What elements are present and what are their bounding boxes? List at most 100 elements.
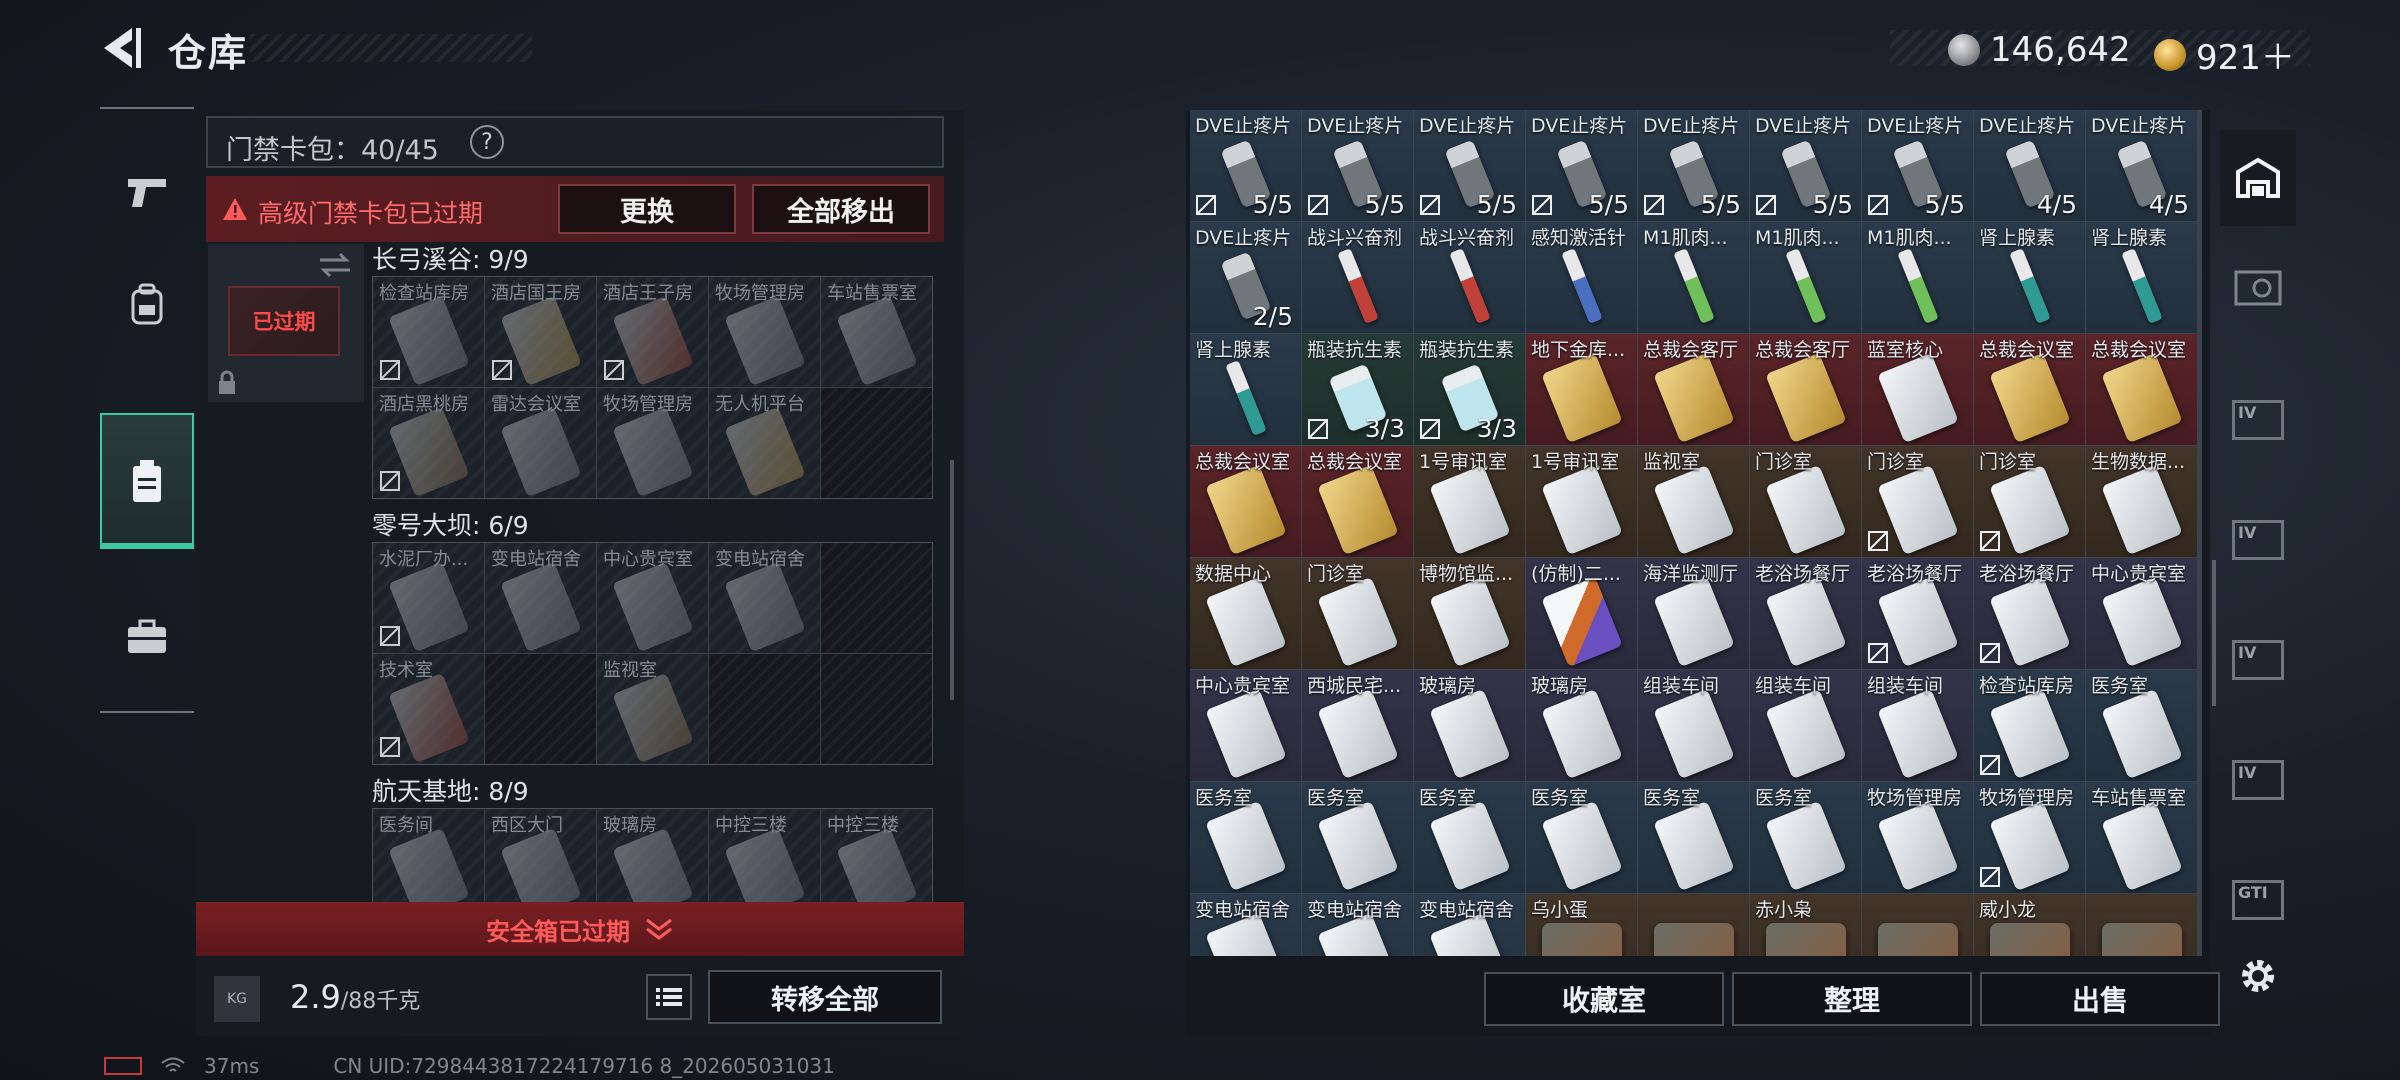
inventory-item[interactable] <box>2086 894 2197 956</box>
inventory-item[interactable]: 中心贵宾室 <box>2086 558 2197 669</box>
inventory-item[interactable]: 医务室 <box>1302 782 1413 893</box>
inventory-item[interactable]: 变电站宿舍 <box>1190 894 1301 956</box>
keycard-slot[interactable]: 雷达会议室 <box>485 388 596 498</box>
keycard-slot[interactable]: 无人机平台 <box>709 388 820 498</box>
inventory-item[interactable]: 肾上腺素 <box>2086 222 2197 333</box>
move-all-out-button[interactable]: 全部移出 <box>752 184 930 234</box>
sell-button[interactable]: 出售 <box>1980 972 2220 1026</box>
inventory-item[interactable]: 威小龙 <box>1974 894 2085 956</box>
inventory-item[interactable]: 门诊室 <box>1302 558 1413 669</box>
inventory-item[interactable]: DVE止疼片 4/5 <box>1974 110 2085 221</box>
left-scrollbar[interactable] <box>950 460 954 700</box>
inventory-item[interactable]: DVE止疼片 4/5 <box>2086 110 2197 221</box>
list-view-button[interactable] <box>646 974 692 1020</box>
back-arrow-icon[interactable] <box>96 22 148 74</box>
transfer-all-button[interactable]: 转移全部 <box>708 970 942 1024</box>
inventory-item[interactable]: 总裁会议室 <box>2086 334 2197 445</box>
inventory-item[interactable]: 变电站宿舍 <box>1414 894 1525 956</box>
inventory-item[interactable]: 总裁会客厅 <box>1750 334 1861 445</box>
tab-storage[interactable] <box>100 413 194 549</box>
inventory-item[interactable]: 门诊室 <box>1974 446 2085 557</box>
inventory-item[interactable]: 牧场管理房 <box>1974 782 2085 893</box>
keycard-slot[interactable]: 检查站库房 <box>373 277 484 387</box>
inventory-item[interactable]: 肾上腺素 <box>1190 334 1301 445</box>
inventory-item[interactable]: 地下金库... <box>1526 334 1637 445</box>
inventory-scrollbar[interactable] <box>2212 560 2216 706</box>
keycard-slot[interactable]: 监视室 <box>597 654 708 764</box>
inventory-item[interactable]: 感知激活针 <box>1526 222 1637 333</box>
inventory-item[interactable]: DVE止疼片 2/5 <box>1190 222 1301 333</box>
inventory-item[interactable]: 瓶装抗生素 3/3 <box>1302 334 1413 445</box>
inventory-item[interactable]: 变电站宿舍 <box>1302 894 1413 956</box>
inventory-item[interactable]: (仿制)二... <box>1526 558 1637 669</box>
inventory-item[interactable]: 监视室 <box>1638 446 1749 557</box>
inventory-item[interactable]: 数据中心 <box>1190 558 1301 669</box>
safebox-expired-bar[interactable]: 安全箱已过期 <box>196 902 964 956</box>
inventory-item[interactable]: M1肌肉... <box>1862 222 1973 333</box>
inventory-item[interactable]: DVE止疼片 5/5 <box>1526 110 1637 221</box>
empty-keycard-slot[interactable] <box>821 654 932 764</box>
keycard-slot[interactable]: 技术室 <box>373 654 484 764</box>
inventory-item[interactable]: 总裁会议室 <box>1302 446 1413 557</box>
sort-button[interactable]: 整理 <box>1732 972 1972 1026</box>
help-icon[interactable]: ? <box>470 125 504 159</box>
keycard-slot[interactable]: 酒店黑桃房 <box>373 388 484 498</box>
inventory-item[interactable]: 组装车间 <box>1750 670 1861 781</box>
tab-briefcase[interactable] <box>100 569 194 705</box>
inventory-item[interactable]: 组装车间 <box>1638 670 1749 781</box>
gold-currency[interactable]: 921＋ <box>2154 30 2295 79</box>
inventory-item[interactable]: 1号审讯室 <box>1526 446 1637 557</box>
inventory-item[interactable]: 玻璃房 <box>1526 670 1637 781</box>
inventory-item[interactable]: 玻璃房 <box>1414 670 1525 781</box>
inventory-item[interactable]: 老浴场餐厅 <box>1862 558 1973 669</box>
keycard-slot[interactable]: 中心贵宾室 <box>597 543 708 653</box>
inventory-item[interactable]: 总裁会议室 <box>1190 446 1301 557</box>
keycard-slot[interactable]: 酒店王子房 <box>597 277 708 387</box>
inventory-item[interactable]: 医务室 <box>1190 782 1301 893</box>
inventory-item[interactable]: 肾上腺素 <box>1974 222 2085 333</box>
inventory-item[interactable]: 总裁会客厅 <box>1638 334 1749 445</box>
keycard-pack-slot[interactable]: 已过期 <box>208 244 364 402</box>
keycard-slot[interactable]: 变电站宿舍 <box>485 543 596 653</box>
rail-container-slot[interactable]: IV <box>2228 630 2288 690</box>
inventory-item[interactable]: 车站售票室 <box>2086 782 2197 893</box>
inventory-item[interactable]: 医务室 <box>1750 782 1861 893</box>
inventory-item[interactable]: 1号审讯室 <box>1414 446 1525 557</box>
rail-container-slot[interactable]: IV <box>2228 750 2288 810</box>
keycard-slot[interactable]: 水泥厂办... <box>373 543 484 653</box>
keycard-slot[interactable]: 车站售票室 <box>821 277 932 387</box>
inventory-item[interactable]: 检查站库房 <box>1974 670 2085 781</box>
keycard-slot[interactable]: 牧场管理房 <box>597 388 708 498</box>
empty-keycard-slot[interactable] <box>821 543 932 653</box>
keycard-slot[interactable]: 酒店国王房 <box>485 277 596 387</box>
inventory-item[interactable]: DVE止疼片 5/5 <box>1414 110 1525 221</box>
inventory-item[interactable]: M1肌肉... <box>1638 222 1749 333</box>
inventory-item[interactable]: 医务室 <box>1526 782 1637 893</box>
inventory-item[interactable]: M1肌肉... <box>1750 222 1861 333</box>
inventory-item[interactable]: 医务室 <box>1638 782 1749 893</box>
collection-room-button[interactable]: 收藏室 <box>1484 972 1724 1026</box>
inventory-item[interactable]: 瓶装抗生素 3/3 <box>1414 334 1525 445</box>
rail-container-slot[interactable]: IV <box>2228 510 2288 570</box>
keycard-slot[interactable]: 变电站宿舍 <box>709 543 820 653</box>
silver-currency[interactable]: 146,642 <box>1948 30 2131 70</box>
inventory-item[interactable]: DVE止疼片 5/5 <box>1750 110 1861 221</box>
inventory-item[interactable] <box>1862 894 1973 956</box>
tab-gear[interactable] <box>100 237 194 373</box>
inventory-item[interactable]: 老浴场餐厅 <box>1974 558 2085 669</box>
inventory-item[interactable]: 门诊室 <box>1862 446 1973 557</box>
rail-container-slot[interactable]: IV <box>2228 390 2288 450</box>
inventory-item[interactable]: 中心贵宾室 <box>1190 670 1301 781</box>
inventory-item[interactable]: 医务室 <box>2086 670 2197 781</box>
inventory-item[interactable]: 总裁会议室 <box>1974 334 2085 445</box>
inventory-item[interactable]: 老浴场餐厅 <box>1750 558 1861 669</box>
settings-gear-icon[interactable] <box>2236 954 2280 998</box>
inventory-item[interactable]: 乌小蛋 <box>1526 894 1637 956</box>
swap-button[interactable]: 更换 <box>558 184 736 234</box>
inventory-item[interactable]: 战斗兴奋剂 <box>1302 222 1413 333</box>
inventory-item[interactable]: 蓝室核心 <box>1862 334 1973 445</box>
inventory-item[interactable]: 赤小枭 <box>1750 894 1861 956</box>
empty-keycard-slot[interactable] <box>709 654 820 764</box>
inventory-item[interactable]: 牧场管理房 <box>1862 782 1973 893</box>
inventory-item[interactable]: DVE止疼片 5/5 <box>1638 110 1749 221</box>
